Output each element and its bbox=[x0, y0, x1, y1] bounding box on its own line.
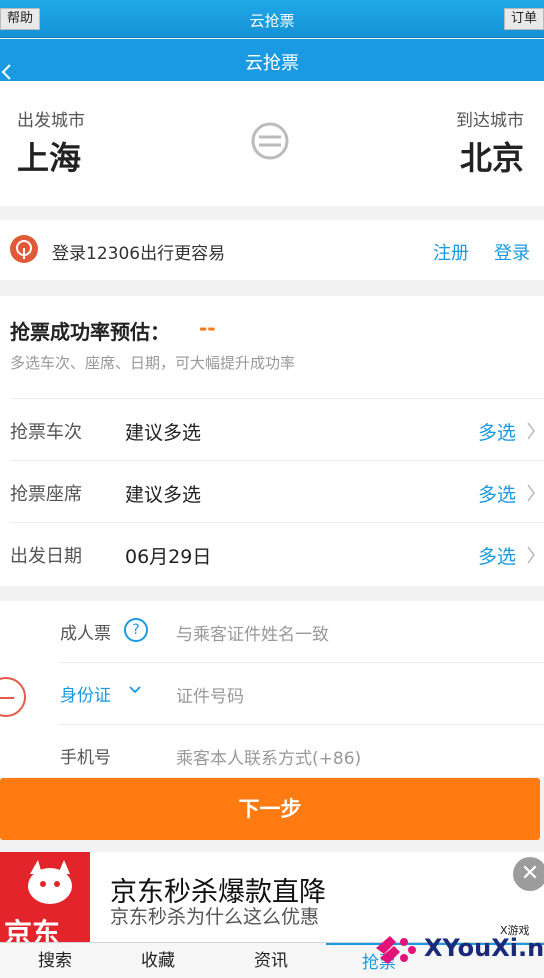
nav-bar: 云抢票 bbox=[0, 39, 544, 81]
ticket-type-label: 成人票 bbox=[60, 624, 111, 644]
login-banner: 登录12306出行更容易 注册 登录 bbox=[0, 220, 544, 280]
row-value: 06月29日 bbox=[125, 546, 212, 568]
to-city-label: 到达城市 bbox=[456, 111, 524, 131]
gamepad-logo-icon bbox=[376, 936, 416, 964]
to-city[interactable]: 北京 bbox=[460, 133, 524, 179]
seat-select-row[interactable]: 抢票座席 建议多选 多选 bbox=[10, 460, 544, 522]
row-value: 建议多选 bbox=[125, 422, 202, 444]
date-select-row[interactable]: 出发日期 06月29日 多选 bbox=[10, 522, 544, 584]
train-select-row[interactable]: 抢票车次 建议多选 多选 bbox=[10, 398, 544, 460]
multi-select-link[interactable]: 多选 bbox=[478, 542, 516, 569]
row-label: 出发日期 bbox=[10, 546, 82, 567]
close-icon[interactable]: ✕ bbox=[513, 857, 544, 891]
system-title: 云抢票 bbox=[249, 12, 295, 30]
register-link[interactable]: 注册 bbox=[433, 239, 469, 265]
multi-select-link[interactable]: 多选 bbox=[478, 480, 516, 507]
id-number-input[interactable]: 证件号码 bbox=[176, 682, 244, 707]
watermark-brand: XYouXi.net bbox=[424, 934, 544, 962]
jd-logo: 京东 bbox=[0, 852, 90, 942]
city-selector: 出发城市 上海 到达城市 北京 bbox=[0, 81, 544, 206]
login-prompt: 登录12306出行更容易 bbox=[52, 244, 226, 264]
from-city[interactable]: 上海 bbox=[17, 133, 81, 179]
passenger-id-row: 身份证 证件号码 bbox=[58, 663, 544, 725]
system-title-bar: 帮助 云抢票 订单 bbox=[0, 0, 544, 38]
row-label: 抢票车次 bbox=[10, 422, 82, 443]
chevron-right-icon bbox=[527, 546, 535, 564]
chevron-down-icon[interactable] bbox=[128, 685, 142, 695]
tab-search[interactable]: 搜索 bbox=[0, 943, 110, 978]
passenger-name-row: 成人票 ? 与乘客证件姓名一致 bbox=[58, 601, 544, 663]
from-city-label: 出发城市 bbox=[17, 111, 85, 131]
row-label: 抢票座席 bbox=[10, 484, 82, 505]
estimate-title: 抢票成功率预估： bbox=[10, 320, 170, 344]
train-logo-icon bbox=[10, 235, 38, 263]
passenger-form: 成人票 ? 与乘客证件姓名一致 身份证 证件号码 手机号 乘客本人联系方式(+8… bbox=[0, 601, 544, 777]
chevron-right-icon bbox=[527, 422, 535, 440]
estimate-value: -- bbox=[199, 316, 216, 340]
ad-logo-text: 京东 bbox=[4, 917, 61, 942]
chevron-right-icon bbox=[527, 484, 535, 502]
row-value: 建议多选 bbox=[125, 484, 202, 506]
multi-select-link[interactable]: 多选 bbox=[478, 418, 516, 445]
name-input[interactable]: 与乘客证件姓名一致 bbox=[176, 620, 329, 645]
tab-favorites[interactable]: 收藏 bbox=[103, 943, 213, 978]
estimate-subtitle: 多选车次、座席、日期，可大幅提升成功率 bbox=[10, 354, 296, 372]
page-title: 云抢票 bbox=[245, 53, 299, 74]
phone-input[interactable]: 乘客本人联系方式(+86) bbox=[176, 744, 361, 769]
orders-button[interactable]: 订单 bbox=[503, 8, 544, 30]
swap-icon[interactable] bbox=[250, 121, 290, 161]
help-icon[interactable]: ? bbox=[124, 618, 148, 642]
phone-label: 手机号 bbox=[60, 748, 111, 768]
success-estimate-panel: 抢票成功率预估： -- 多选车次、座席、日期，可大幅提升成功率 抢票车次 建议多… bbox=[0, 296, 544, 586]
id-type-select[interactable]: 身份证 bbox=[60, 681, 111, 706]
tab-news[interactable]: 资讯 bbox=[216, 943, 326, 978]
watermark: X游戏 XYouXi.net bbox=[370, 922, 544, 978]
login-link[interactable]: 登录 bbox=[494, 239, 530, 265]
ad-subline: 京东秒杀为什么这么优惠 bbox=[110, 906, 320, 928]
next-step-button[interactable]: 下一步 bbox=[0, 778, 540, 840]
